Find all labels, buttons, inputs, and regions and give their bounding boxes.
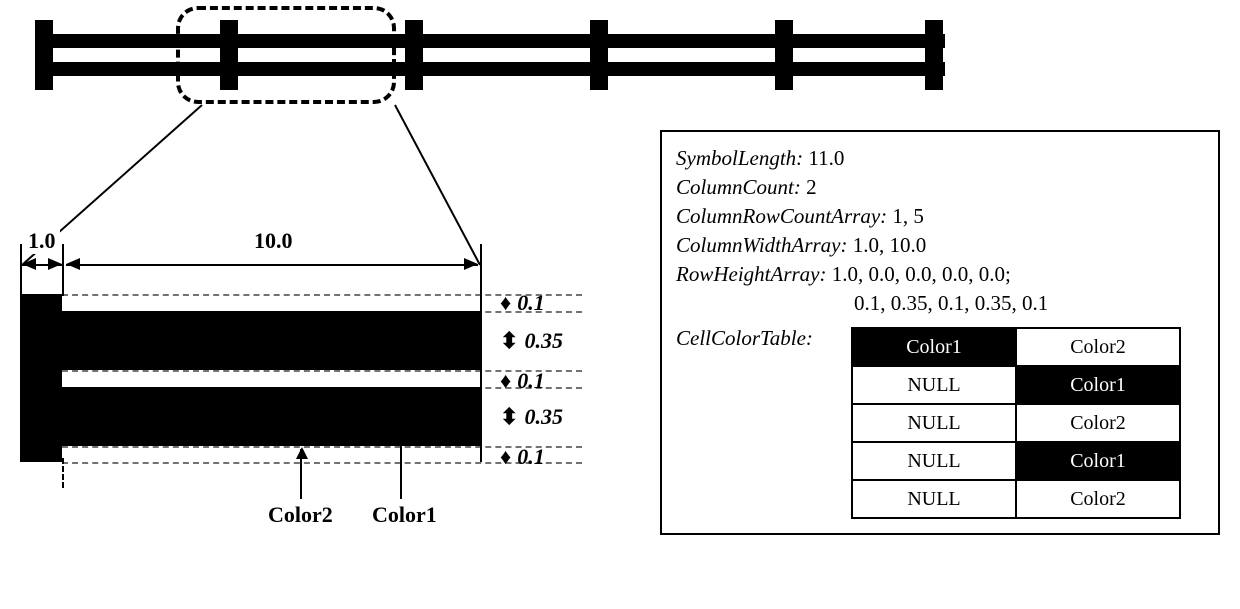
rail-top bbox=[35, 34, 945, 48]
row-height-label: ⬍0.35 bbox=[500, 404, 563, 430]
row-height-label: ♦0.1 bbox=[500, 368, 545, 394]
legend-arrow-color1 bbox=[400, 424, 402, 499]
dim-col1-label: 1.0 bbox=[24, 228, 60, 254]
param-columnwidtharray: ColumnWidthArray: 1.0, 10.0 bbox=[676, 233, 1204, 258]
cell-color-table-cell: NULL bbox=[852, 366, 1016, 404]
detail-stack: ♦0.1 ⬍0.35 ♦0.1 ⬍0.35 ♦0.1 bbox=[20, 294, 480, 462]
detail-row-color1 bbox=[62, 387, 480, 446]
cell-color-table-cell: Color1 bbox=[1016, 442, 1180, 480]
cell-color-table-cell: Color2 bbox=[1016, 404, 1180, 442]
detail-row-color1 bbox=[62, 311, 480, 370]
param-cellcolortable-label: CellColorTable: bbox=[676, 326, 813, 351]
param-columncount: ColumnCount: 2 bbox=[676, 175, 1204, 200]
param-rowheightarray-cont: 0.1, 0.35, 0.1, 0.35, 0.1 bbox=[676, 291, 1204, 316]
legend-color1-label: Color1 bbox=[372, 502, 437, 528]
dim-col2-label: 10.0 bbox=[250, 228, 297, 254]
row-height-label: ♦0.1 bbox=[500, 444, 545, 470]
detail-view: 1.0 10.0 ♦0.1 ⬍0.35 ♦0.1 ⬍0.35 ♦0.1 Colo… bbox=[20, 250, 610, 462]
param-symbollength: SymbolLength: 11.0 bbox=[676, 146, 1204, 171]
cell-color-table-cell: Color2 bbox=[1016, 480, 1180, 518]
cell-color-table-cell: Color1 bbox=[1016, 366, 1180, 404]
rail-bottom bbox=[35, 62, 945, 76]
dimension-top: 1.0 10.0 bbox=[20, 250, 610, 290]
tie bbox=[590, 20, 608, 90]
legend-arrow-color2 bbox=[300, 449, 302, 499]
cell-color-table-cell: Color2 bbox=[1016, 328, 1180, 366]
col-boundary-guide bbox=[62, 458, 64, 488]
tie bbox=[925, 20, 943, 90]
cell-color-table-cell: NULL bbox=[852, 480, 1016, 518]
tie bbox=[35, 20, 53, 90]
param-columnrowcountarray: ColumnRowCountArray: 1, 5 bbox=[676, 204, 1204, 229]
callout-box bbox=[176, 6, 396, 104]
cell-color-table-cell: NULL bbox=[852, 442, 1016, 480]
tie bbox=[775, 20, 793, 90]
parameter-box: SymbolLength: 11.0 ColumnCount: 2 Column… bbox=[660, 130, 1220, 535]
tie bbox=[405, 20, 423, 90]
cell-color-table-cell: NULL bbox=[852, 404, 1016, 442]
track-symbol-repeated bbox=[25, 20, 955, 90]
param-rowheightarray: RowHeightArray: 1.0, 0.0, 0.0, 0.0, 0.0; bbox=[676, 262, 1204, 287]
row-height-label: ⬍0.35 bbox=[500, 328, 563, 354]
detail-col1-block bbox=[20, 294, 62, 462]
row-height-label: ♦0.1 bbox=[500, 290, 545, 316]
leader-lines bbox=[0, 100, 640, 270]
legend-color2-label: Color2 bbox=[268, 502, 333, 528]
cell-color-table: Color1Color2NULLColor1NULLColor2NULLColo… bbox=[851, 327, 1181, 519]
cell-color-table-cell: Color1 bbox=[852, 328, 1016, 366]
